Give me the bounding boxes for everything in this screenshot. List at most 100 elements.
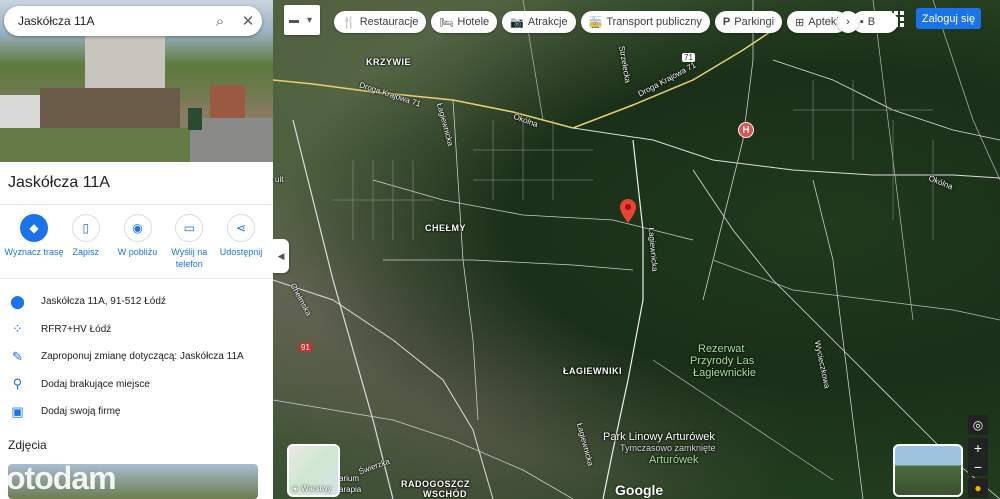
- nearby-button[interactable]: ◉ W pobliżu: [117, 214, 159, 270]
- add-business-text: Dodaj swoją firmę: [41, 406, 121, 418]
- action-label: Zapisz: [72, 247, 99, 257]
- chip-restaurants[interactable]: 🍴 Restauracje: [334, 11, 427, 33]
- poi-park-linowy[interactable]: Park Linowy Arturówek: [603, 431, 715, 443]
- target-icon: ◎: [972, 418, 984, 432]
- parking-icon: P: [722, 16, 731, 28]
- zoom-control: + −: [968, 438, 988, 476]
- place-panel: Jaskółcza 11A ⌕ ✕ Jaskółcza 11A ◆ Wyznac…: [0, 0, 273, 499]
- location-pin-marker[interactable]: [620, 199, 636, 223]
- poi-rezerwat-line1: Rezerwat: [698, 343, 745, 355]
- chip-parking[interactable]: P Parkingi: [714, 11, 783, 33]
- map-type-button[interactable]: ▬ ▾: [284, 5, 320, 35]
- directions-button[interactable]: ◆ Wyznacz trasę: [5, 214, 63, 270]
- poi-park-linowy-status: Tymczasowo zamknięte: [620, 443, 716, 453]
- action-label: Wyznacz trasę: [4, 247, 64, 257]
- share-button[interactable]: ⋖ Udostępnij: [220, 214, 262, 270]
- poi-rezerwat-line2: Przyrody Las: [690, 355, 755, 367]
- district-label-radogoszcz: RADOGOSZCZ: [401, 479, 470, 489]
- partial-label-uit: uit: [275, 175, 284, 184]
- add-business-icon: ▣: [11, 403, 24, 419]
- nearby-icon: ◉: [123, 214, 152, 242]
- collapse-panel-button[interactable]: ◀: [273, 239, 289, 273]
- category-chips: 🍴 Restauracje 🛏 Hotele 📷 Atrakcje 🚋 Transpor…: [334, 11, 898, 33]
- save-button[interactable]: ▯ Zapisz: [65, 214, 107, 270]
- add-place-text: Dodaj brakujące miejsce: [41, 378, 150, 390]
- add-business-row[interactable]: ▣ Dodaj swoją firmę: [0, 398, 273, 426]
- chip-transit[interactable]: 🚋 Transport publiczny: [580, 11, 710, 33]
- chip-label: Hotele: [457, 16, 490, 28]
- suggest-edit-text: Zaproponuj zmianę dotyczącą: Jaskółcza 1…: [41, 351, 244, 363]
- chevron-left-icon: ◀: [277, 250, 285, 261]
- pegman-icon[interactable]: ●: [968, 478, 988, 498]
- pharmacy-icon: ⊞: [795, 16, 805, 29]
- hospital-marker-icon[interactable]: H: [738, 122, 754, 138]
- chips-next-button[interactable]: ›: [837, 11, 859, 33]
- suggest-edit-row[interactable]: ✎ Zaproponuj zmianę dotyczącą: Jaskółcza…: [0, 343, 273, 371]
- chip-attractions[interactable]: 📷 Atrakcje: [502, 11, 576, 33]
- place-info-list: ⬤ Jaskółcza 11A, 91-512 Łódź ⁘ RFR7+HV Ł…: [0, 288, 273, 426]
- google-logo: Google: [615, 482, 664, 498]
- action-label: Udostępnij: [219, 247, 263, 257]
- district-label-chelmy: CHEŁMY: [425, 223, 466, 233]
- apps-grid-icon[interactable]: [886, 9, 906, 29]
- chevron-right-icon: ›: [846, 16, 850, 28]
- location-pin-icon: ⬤: [10, 293, 25, 309]
- search-input[interactable]: Jaskółcza 11A: [18, 14, 206, 28]
- plus-code-icon: ⁘: [12, 321, 23, 337]
- pencil-icon: ✎: [12, 348, 23, 364]
- watermark-logo: otodam: [6, 460, 117, 496]
- divider: [0, 278, 273, 279]
- camera-icon: 📷: [510, 16, 524, 29]
- address-text: Jaskółcza 11A, 91-512 Łódź: [41, 296, 166, 308]
- chip-label: Apteki: [808, 16, 839, 28]
- share-icon: ⋖: [227, 214, 255, 242]
- bookmark-icon: ▯: [71, 214, 100, 242]
- chip-label: Parkingi: [734, 16, 775, 28]
- map-satellite-view[interactable]: KRZYWIE CHEŁMY ŁAGIEWNIKI RADOGOSZCZ WSC…: [273, 0, 1000, 499]
- poi-rezerwat-line3: Łagiewnickie: [693, 367, 756, 379]
- my-location-button[interactable]: ◎: [968, 415, 988, 435]
- layers-button[interactable]: ◈ Warstwy: [287, 444, 340, 497]
- phone-icon: ▭: [175, 214, 204, 242]
- street-view-thumbnail[interactable]: [893, 444, 963, 497]
- layers-label: Warstwy: [301, 484, 332, 493]
- poi-arturowek[interactable]: Arturówek: [649, 454, 699, 466]
- close-icon[interactable]: ✕: [234, 12, 262, 30]
- partial-label-arapia: arapia: [339, 485, 362, 494]
- divider: [0, 204, 273, 205]
- sign-in-button[interactable]: Zaloguj się: [916, 8, 981, 29]
- directions-icon: ◆: [20, 214, 48, 242]
- map-roads: [273, 0, 1000, 499]
- chip-hotels[interactable]: 🛏 Hotele: [431, 11, 498, 33]
- plus-code-row[interactable]: ⁘ RFR7+HV Łódź: [0, 316, 273, 344]
- search-box[interactable]: Jaskółcza 11A ⌕ ✕: [4, 6, 262, 36]
- district-label-krzywie: KRZYWIE: [366, 57, 411, 67]
- district-label-wschod: WSCHÓD: [423, 489, 467, 499]
- restaurant-icon: 🍴: [342, 16, 356, 29]
- district-label-lagiewniki: ŁAGIEWNIKI: [563, 366, 622, 376]
- plus-code-text: RFR7+HV Łódź: [41, 323, 112, 335]
- chip-label: Restauracje: [359, 16, 419, 28]
- action-buttons: ◆ Wyznacz trasę ▯ Zapisz ◉ W pobliżu ▭ W…: [0, 214, 273, 270]
- send-to-phone-button[interactable]: ▭ Wyślij na telefon: [168, 214, 210, 270]
- zoom-out-button[interactable]: −: [974, 459, 982, 475]
- chip-label: Atrakcje: [527, 16, 568, 28]
- place-title: Jaskółcza 11A: [8, 174, 110, 191]
- hotel-icon: 🛏: [439, 16, 454, 29]
- photos-section-title: Zdjęcia: [8, 438, 47, 452]
- address-row[interactable]: ⬤ Jaskółcza 11A, 91-512 Łódź: [0, 288, 273, 316]
- action-label: W pobliżu: [117, 247, 158, 257]
- chip-label: Transport publiczny: [606, 16, 702, 28]
- atm-icon: ▪: [859, 16, 864, 28]
- layers-label-wrap: ◈ Warstwy: [292, 484, 332, 493]
- transit-icon: 🚋: [588, 16, 603, 29]
- road-shield-91: 91: [299, 343, 312, 352]
- chevron-down-icon: ▾: [307, 14, 313, 26]
- keyboard-icon: ▬: [289, 14, 299, 26]
- add-place-row[interactable]: ⚲ Dodaj brakujące miejsce: [0, 371, 273, 399]
- action-label: Wyślij na telefon: [171, 247, 208, 269]
- zoom-in-button[interactable]: +: [974, 440, 982, 456]
- layers-icon: ◈: [292, 484, 299, 493]
- add-place-icon: ⚲: [12, 376, 23, 392]
- search-icon[interactable]: ⌕: [206, 13, 234, 30]
